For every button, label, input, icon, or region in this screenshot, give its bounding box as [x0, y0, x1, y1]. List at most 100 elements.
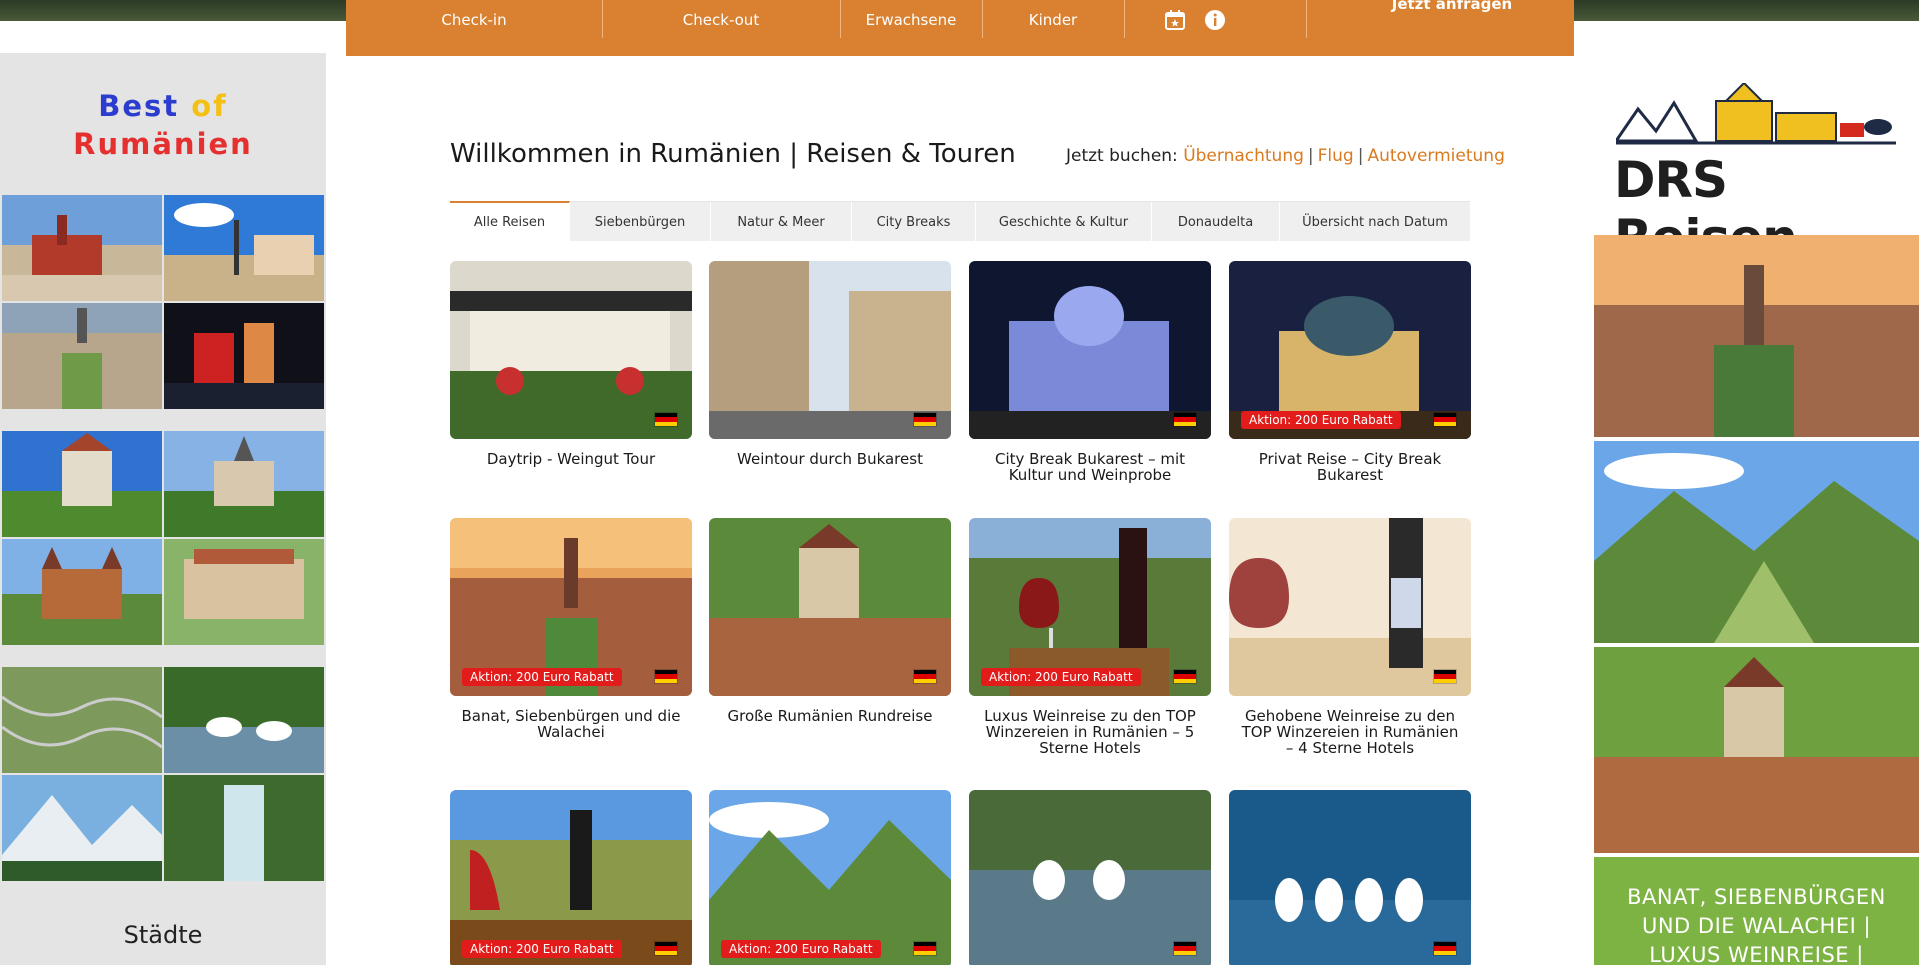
photo-sibiu-square: [164, 195, 324, 301]
checkin-field[interactable]: Check-in: [346, 0, 602, 40]
photo-pelicans: [164, 667, 324, 773]
photo-transfagarasan: [2, 667, 162, 773]
request-now-label: Jetzt anfragen: [1391, 0, 1513, 13]
brand-of: of: [191, 89, 228, 123]
tour-card[interactable]: Weintour durch Bukarest: [709, 261, 951, 467]
left-sidebar-ad[interactable]: Best of Rumänien Städte: [0, 53, 326, 965]
photo-corvin-castle: [2, 539, 162, 645]
tour-card[interactable]: Aktion: 200 Euro Rabatt: [450, 790, 692, 965]
discount-badge: Aktion: 200 Euro Rabatt: [462, 940, 622, 958]
tour-image[interactable]: [450, 261, 692, 439]
tab-all-tours[interactable]: Alle Reisen: [450, 201, 570, 242]
checkout-label: Check-out: [682, 11, 760, 29]
photo-timisoara-aerial: [1594, 235, 1919, 437]
tour-image[interactable]: Aktion: 200 Euro Rabatt: [1229, 261, 1471, 439]
photo-night-city: [164, 303, 324, 409]
right-sidebar-ad[interactable]: DRS Reisen BANAT, SIEBENBÜRGEN UND DIE W…: [1594, 53, 1919, 965]
children-label: Kinder: [1028, 11, 1078, 29]
calendar-icon[interactable]: [1163, 8, 1187, 32]
photo-palace-aerial: [164, 539, 324, 645]
photo-peles-castle: [164, 431, 324, 537]
info-icon[interactable]: [1203, 8, 1227, 32]
castle-photo-grid: [2, 431, 324, 645]
page-title: Willkommen in Rumänien | Reisen & Touren: [450, 139, 1016, 169]
tab-danube-delta[interactable]: Donaudelta: [1152, 202, 1280, 242]
german-flag-icon: [654, 669, 678, 684]
promo-line: UND DIE WALACHEI |: [1641, 914, 1872, 938]
photo-brasov-square: [2, 195, 162, 301]
tour-title[interactable]: Luxus Weinreise zu den TOP Winzereien in…: [969, 708, 1211, 756]
brand-country: Rumänien: [73, 127, 253, 161]
tour-category-tabs: Alle Reisen Siebenbürgen Natur & Meer Ci…: [450, 201, 1470, 242]
tour-image[interactable]: Aktion: 200 Euro Rabatt: [709, 790, 951, 965]
promo-line: BANAT, SIEBENBÜRGEN: [1627, 885, 1886, 909]
link-car-rental[interactable]: Autovermietung: [1367, 146, 1504, 166]
tour-image[interactable]: [969, 261, 1211, 439]
tour-card[interactable]: [969, 790, 1211, 965]
promo-banner[interactable]: BANAT, SIEBENBÜRGEN UND DIE WALACHEI | L…: [1594, 857, 1919, 965]
adults-field[interactable]: Erwachsene: [841, 0, 981, 40]
tab-history-culture[interactable]: Geschichte & Kultur: [976, 202, 1152, 242]
tour-image[interactable]: [1229, 790, 1471, 965]
tour-image[interactable]: Aktion: 200 Euro Rabatt: [969, 518, 1211, 696]
tour-image[interactable]: Aktion: 200 Euro Rabatt: [450, 518, 692, 696]
photo-waterfall: [164, 775, 324, 881]
tour-card[interactable]: [1229, 790, 1471, 965]
divider: [1124, 0, 1125, 38]
discount-badge: Aktion: 200 Euro Rabatt: [981, 668, 1141, 686]
link-accommodation[interactable]: Übernachtung: [1183, 146, 1304, 166]
request-now-button[interactable]: Jetzt anfragen: [1352, 0, 1552, 14]
divider: [1306, 0, 1307, 38]
tour-image[interactable]: [709, 261, 951, 439]
tour-image[interactable]: [709, 518, 951, 696]
tour-image[interactable]: Aktion: 200 Euro Rabatt: [450, 790, 692, 965]
tour-title[interactable]: Gehobene Weinreise zu den TOP Winzereien…: [1229, 708, 1471, 756]
nature-photo-grid: [2, 667, 324, 881]
tour-title[interactable]: Weintour durch Bukarest: [709, 451, 951, 467]
tour-title[interactable]: City Break Bukarest – mit Kultur und Wei…: [969, 451, 1211, 483]
german-flag-icon: [913, 669, 937, 684]
separator: |: [1307, 146, 1314, 166]
german-flag-icon: [1433, 412, 1457, 427]
drs-reisen-logo-icon: [1616, 83, 1896, 145]
photo-timisoara-boulevard: [2, 303, 162, 409]
tour-card[interactable]: Aktion: 200 Euro Rabatt Privat Reise – C…: [1229, 261, 1471, 483]
children-field[interactable]: Kinder: [983, 0, 1123, 40]
german-flag-icon: [654, 941, 678, 956]
promo-line: LUXUS WEINREISE |: [1649, 943, 1864, 965]
booking-bar: Check-in Check-out Erwachsene Kinder Jet…: [346, 0, 1574, 56]
tour-title[interactable]: Banat, Siebenbürgen und die Walachei: [450, 708, 692, 740]
tour-image[interactable]: [969, 790, 1211, 965]
book-now-links: Jetzt buchen: Übernachtung | Flug | Autoverm…: [1066, 146, 1505, 166]
tour-title[interactable]: Privat Reise – City Break Bukarest: [1229, 451, 1471, 483]
separator: |: [1357, 146, 1364, 166]
discount-badge: Aktion: 200 Euro Rabatt: [462, 668, 622, 686]
tour-card[interactable]: Große Rumänien Rundreise: [709, 518, 951, 724]
checkout-field[interactable]: Check-out: [603, 0, 839, 40]
german-flag-icon: [654, 412, 678, 427]
tour-card[interactable]: Aktion: 200 Euro Rabatt: [709, 790, 951, 965]
tour-title[interactable]: Daytrip - Weingut Tour: [450, 451, 692, 467]
tab-city-breaks[interactable]: City Breaks: [852, 202, 976, 242]
german-flag-icon: [1433, 941, 1457, 956]
checkin-label: Check-in: [441, 11, 507, 29]
adults-label: Erwachsene: [865, 11, 957, 29]
tour-title[interactable]: Große Rumänien Rundreise: [709, 708, 951, 724]
photo-mountain-valley: [1594, 441, 1919, 643]
tab-transylvania[interactable]: Siebenbürgen: [570, 202, 711, 242]
german-flag-icon: [913, 412, 937, 427]
tour-card[interactable]: Aktion: 200 Euro Rabatt Luxus Weinreise …: [969, 518, 1211, 756]
tab-nature-sea[interactable]: Natur & Meer: [711, 202, 852, 242]
tour-card[interactable]: Daytrip - Weingut Tour: [450, 261, 692, 467]
brand-best: Best: [98, 89, 180, 123]
german-flag-icon: [1433, 669, 1457, 684]
discount-badge: Aktion: 200 Euro Rabatt: [721, 940, 881, 958]
discount-badge: Aktion: 200 Euro Rabatt: [1241, 411, 1401, 429]
tour-image[interactable]: [1229, 518, 1471, 696]
german-flag-icon: [1173, 669, 1197, 684]
link-flight[interactable]: Flug: [1318, 146, 1354, 166]
tour-card[interactable]: Aktion: 200 Euro Rabatt Banat, Siebenbür…: [450, 518, 692, 740]
tab-overview-by-date[interactable]: Übersicht nach Datum: [1280, 202, 1470, 242]
tour-card[interactable]: Gehobene Weinreise zu den TOP Winzereien…: [1229, 518, 1471, 756]
tour-card[interactable]: City Break Bukarest – mit Kultur und Wei…: [969, 261, 1211, 483]
